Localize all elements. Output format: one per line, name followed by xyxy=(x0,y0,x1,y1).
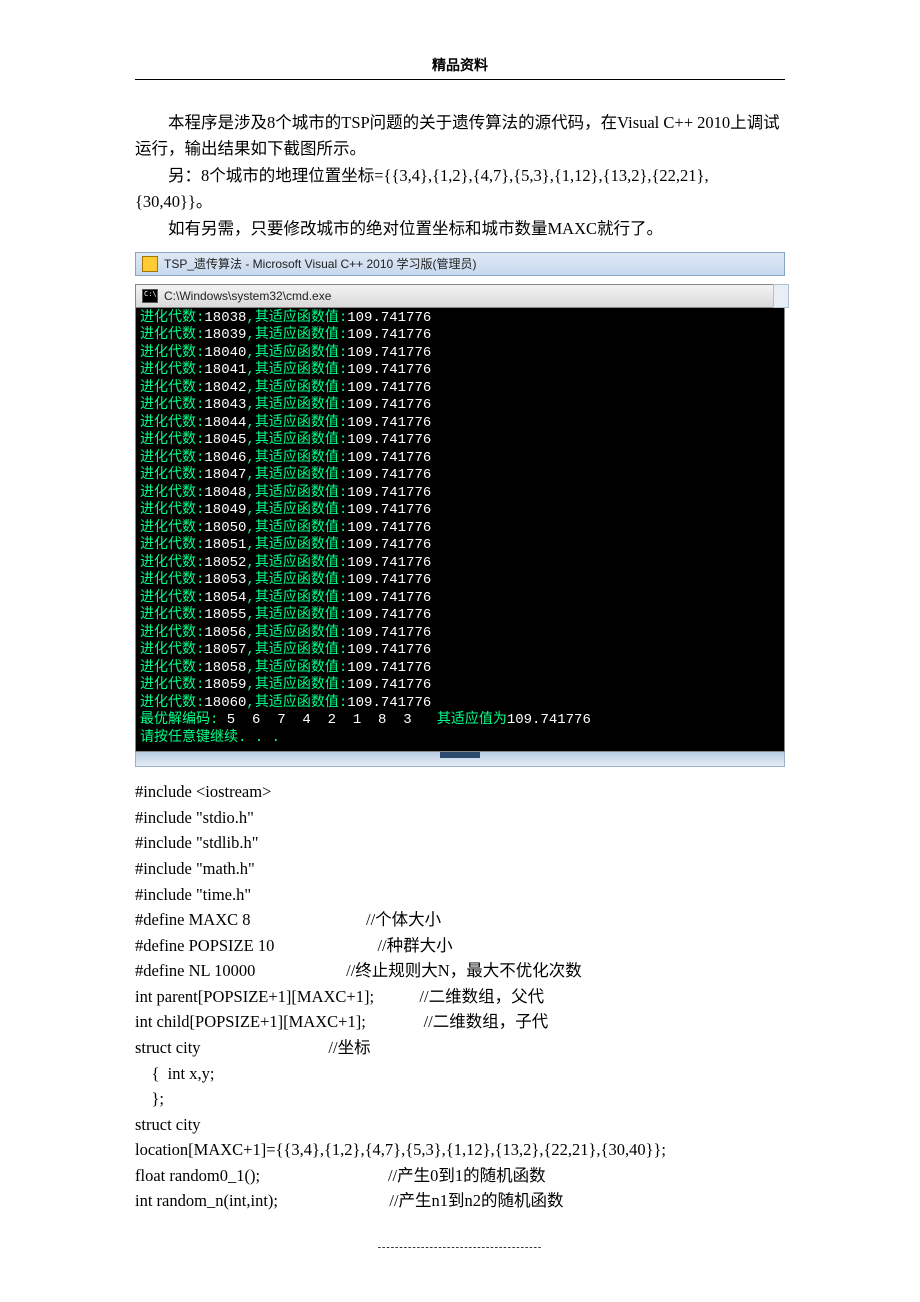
document-page: 精品资料 本程序是涉及8个城市的TSP问题的关于遗传算法的源代码，在Visual… xyxy=(0,0,920,1293)
code-line: { int x,y; xyxy=(135,1061,785,1087)
code-line: struct city //坐标 xyxy=(135,1035,785,1061)
code-line: int random_n(int,int); //产生n1到n2的随机函数 xyxy=(135,1188,785,1214)
visual-studio-titlebar: TSP_遗传算法 - Microsoft Visual C++ 2010 学习版… xyxy=(135,252,785,276)
source-code-block: #include <iostream>#include "stdio.h"#in… xyxy=(135,779,785,1214)
visual-studio-icon xyxy=(142,256,158,272)
code-line: #include "time.h" xyxy=(135,882,785,908)
code-line: }; xyxy=(135,1086,785,1112)
window-frame-edge xyxy=(773,284,789,308)
code-line: int parent[POPSIZE+1][MAXC+1]; //二维数组，父代 xyxy=(135,984,785,1010)
code-line: #define MAXC 8 //个体大小 xyxy=(135,907,785,933)
footer-dots: -------------------------------------- xyxy=(135,1242,785,1253)
code-line: int child[POPSIZE+1][MAXC+1]; //二维数组，子代 xyxy=(135,1009,785,1035)
code-line: #include "stdlib.h" xyxy=(135,830,785,856)
cmd-icon xyxy=(142,289,158,303)
intro-paragraph-1: 本程序是涉及8个城市的TSP问题的关于遗传算法的源代码，在Visual C++ … xyxy=(135,110,785,161)
visual-studio-title: TSP_遗传算法 - Microsoft Visual C++ 2010 学习版… xyxy=(164,255,477,272)
intro-paragraph-3: 如有另需，只要修改城市的绝对位置坐标和城市数量MAXC就行了。 xyxy=(135,216,785,242)
code-line: #define POPSIZE 10 //种群大小 xyxy=(135,933,785,959)
cmd-window: C:\Windows\system32\cmd.exe 进化代数:18038,其… xyxy=(135,284,785,768)
code-line: float random0_1(); //产生0到1的随机函数 xyxy=(135,1163,785,1189)
code-line: #include <iostream> xyxy=(135,779,785,805)
page-header-title: 精品资料 xyxy=(135,55,785,79)
window-bottom-strip xyxy=(135,752,785,767)
code-line: struct city xyxy=(135,1112,785,1138)
strip-marker xyxy=(440,752,480,758)
cmd-titlebar: C:\Windows\system32\cmd.exe xyxy=(135,284,785,308)
code-line: #define NL 10000 //终止规则大N，最大不优化次数 xyxy=(135,958,785,984)
console-output: 进化代数:18038,其适应函数值:109.741776 进化代数:18039,… xyxy=(135,308,785,753)
intro-text: 本程序是涉及8个城市的TSP问题的关于遗传算法的源代码，在Visual C++ … xyxy=(135,110,785,242)
code-line: #include "math.h" xyxy=(135,856,785,882)
screenshot-region: TSP_遗传算法 - Microsoft Visual C++ 2010 学习版… xyxy=(135,252,785,768)
code-line: location[MAXC+1]={{3,4},{1,2},{4,7},{5,3… xyxy=(135,1137,785,1163)
cmd-title: C:\Windows\system32\cmd.exe xyxy=(164,289,331,303)
intro-paragraph-2: 另：8个城市的地理位置坐标={{3,4},{1,2},{4,7},{5,3},{… xyxy=(135,163,785,214)
header-rule xyxy=(135,79,785,80)
code-line: #include "stdio.h" xyxy=(135,805,785,831)
